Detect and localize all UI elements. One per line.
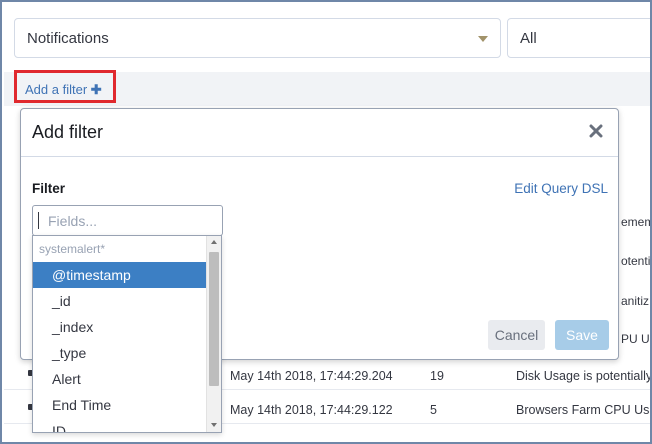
text-cursor <box>38 212 39 229</box>
partial-row-text: PU Usag <box>621 332 650 346</box>
save-button[interactable]: Save <box>555 320 609 350</box>
scrollbar-thumb[interactable] <box>209 252 219 386</box>
add-filter-link[interactable]: Add a filter ✚ <box>25 82 102 98</box>
row-count: 19 <box>430 369 444 383</box>
row-message: Browsers Farm CPU Usa <box>516 403 652 417</box>
all-select[interactable]: All <box>507 18 650 58</box>
add-filter-button[interactable]: Add a filter ✚ <box>14 70 116 103</box>
row-message: Disk Usage is potentially <box>516 369 652 383</box>
dropdown-option[interactable]: _id <box>33 288 206 314</box>
modal-title: Add filter <box>32 122 104 142</box>
edit-query-dsl-link[interactable]: Edit Query DSL <box>514 181 608 196</box>
all-select-value: All <box>520 30 537 47</box>
row-time: May 14th 2018, 17:44:29.122 <box>230 403 393 417</box>
scroll-down-icon[interactable] <box>211 423 217 427</box>
partial-row-text: otentially <box>621 254 651 268</box>
row-count: 5 <box>430 403 437 417</box>
plus-icon: ✚ <box>90 82 102 97</box>
partial-row-text: anitiz <box>621 294 650 308</box>
filter-label: Filter <box>32 181 66 196</box>
add-filter-label: Add a filter <box>25 82 88 97</box>
dropdown-option[interactable]: Alert <box>33 366 206 392</box>
dropdown-option[interactable]: ID <box>33 418 206 432</box>
fields-input[interactable] <box>32 205 223 236</box>
close-icon[interactable] <box>588 123 604 139</box>
dropdown-option[interactable]: @timestamp <box>33 262 206 288</box>
dropdown-group-label: systemalert* <box>39 242 106 256</box>
scroll-up-icon[interactable] <box>211 240 217 244</box>
row-time: May 14th 2018, 17:44:29.204 <box>230 369 393 383</box>
app-frame: Notifications All Add a filter ✚ May 14t… <box>0 0 652 444</box>
notifications-select-value: Notifications <box>27 30 109 47</box>
modal-header: Add filter <box>21 109 618 157</box>
dropdown-option[interactable]: End Time <box>33 392 206 418</box>
dropdown-option[interactable]: _index <box>33 314 206 340</box>
fields-dropdown[interactable]: systemalert* @timestamp _id _index _type… <box>32 235 222 433</box>
chevron-down-icon <box>478 36 488 42</box>
dropdown-scrollbar[interactable] <box>206 236 221 432</box>
cancel-button[interactable]: Cancel <box>488 320 545 350</box>
notifications-select[interactable]: Notifications <box>14 18 501 58</box>
dropdown-option[interactable]: _type <box>33 340 206 366</box>
partial-row-text: emem <box>621 215 652 229</box>
